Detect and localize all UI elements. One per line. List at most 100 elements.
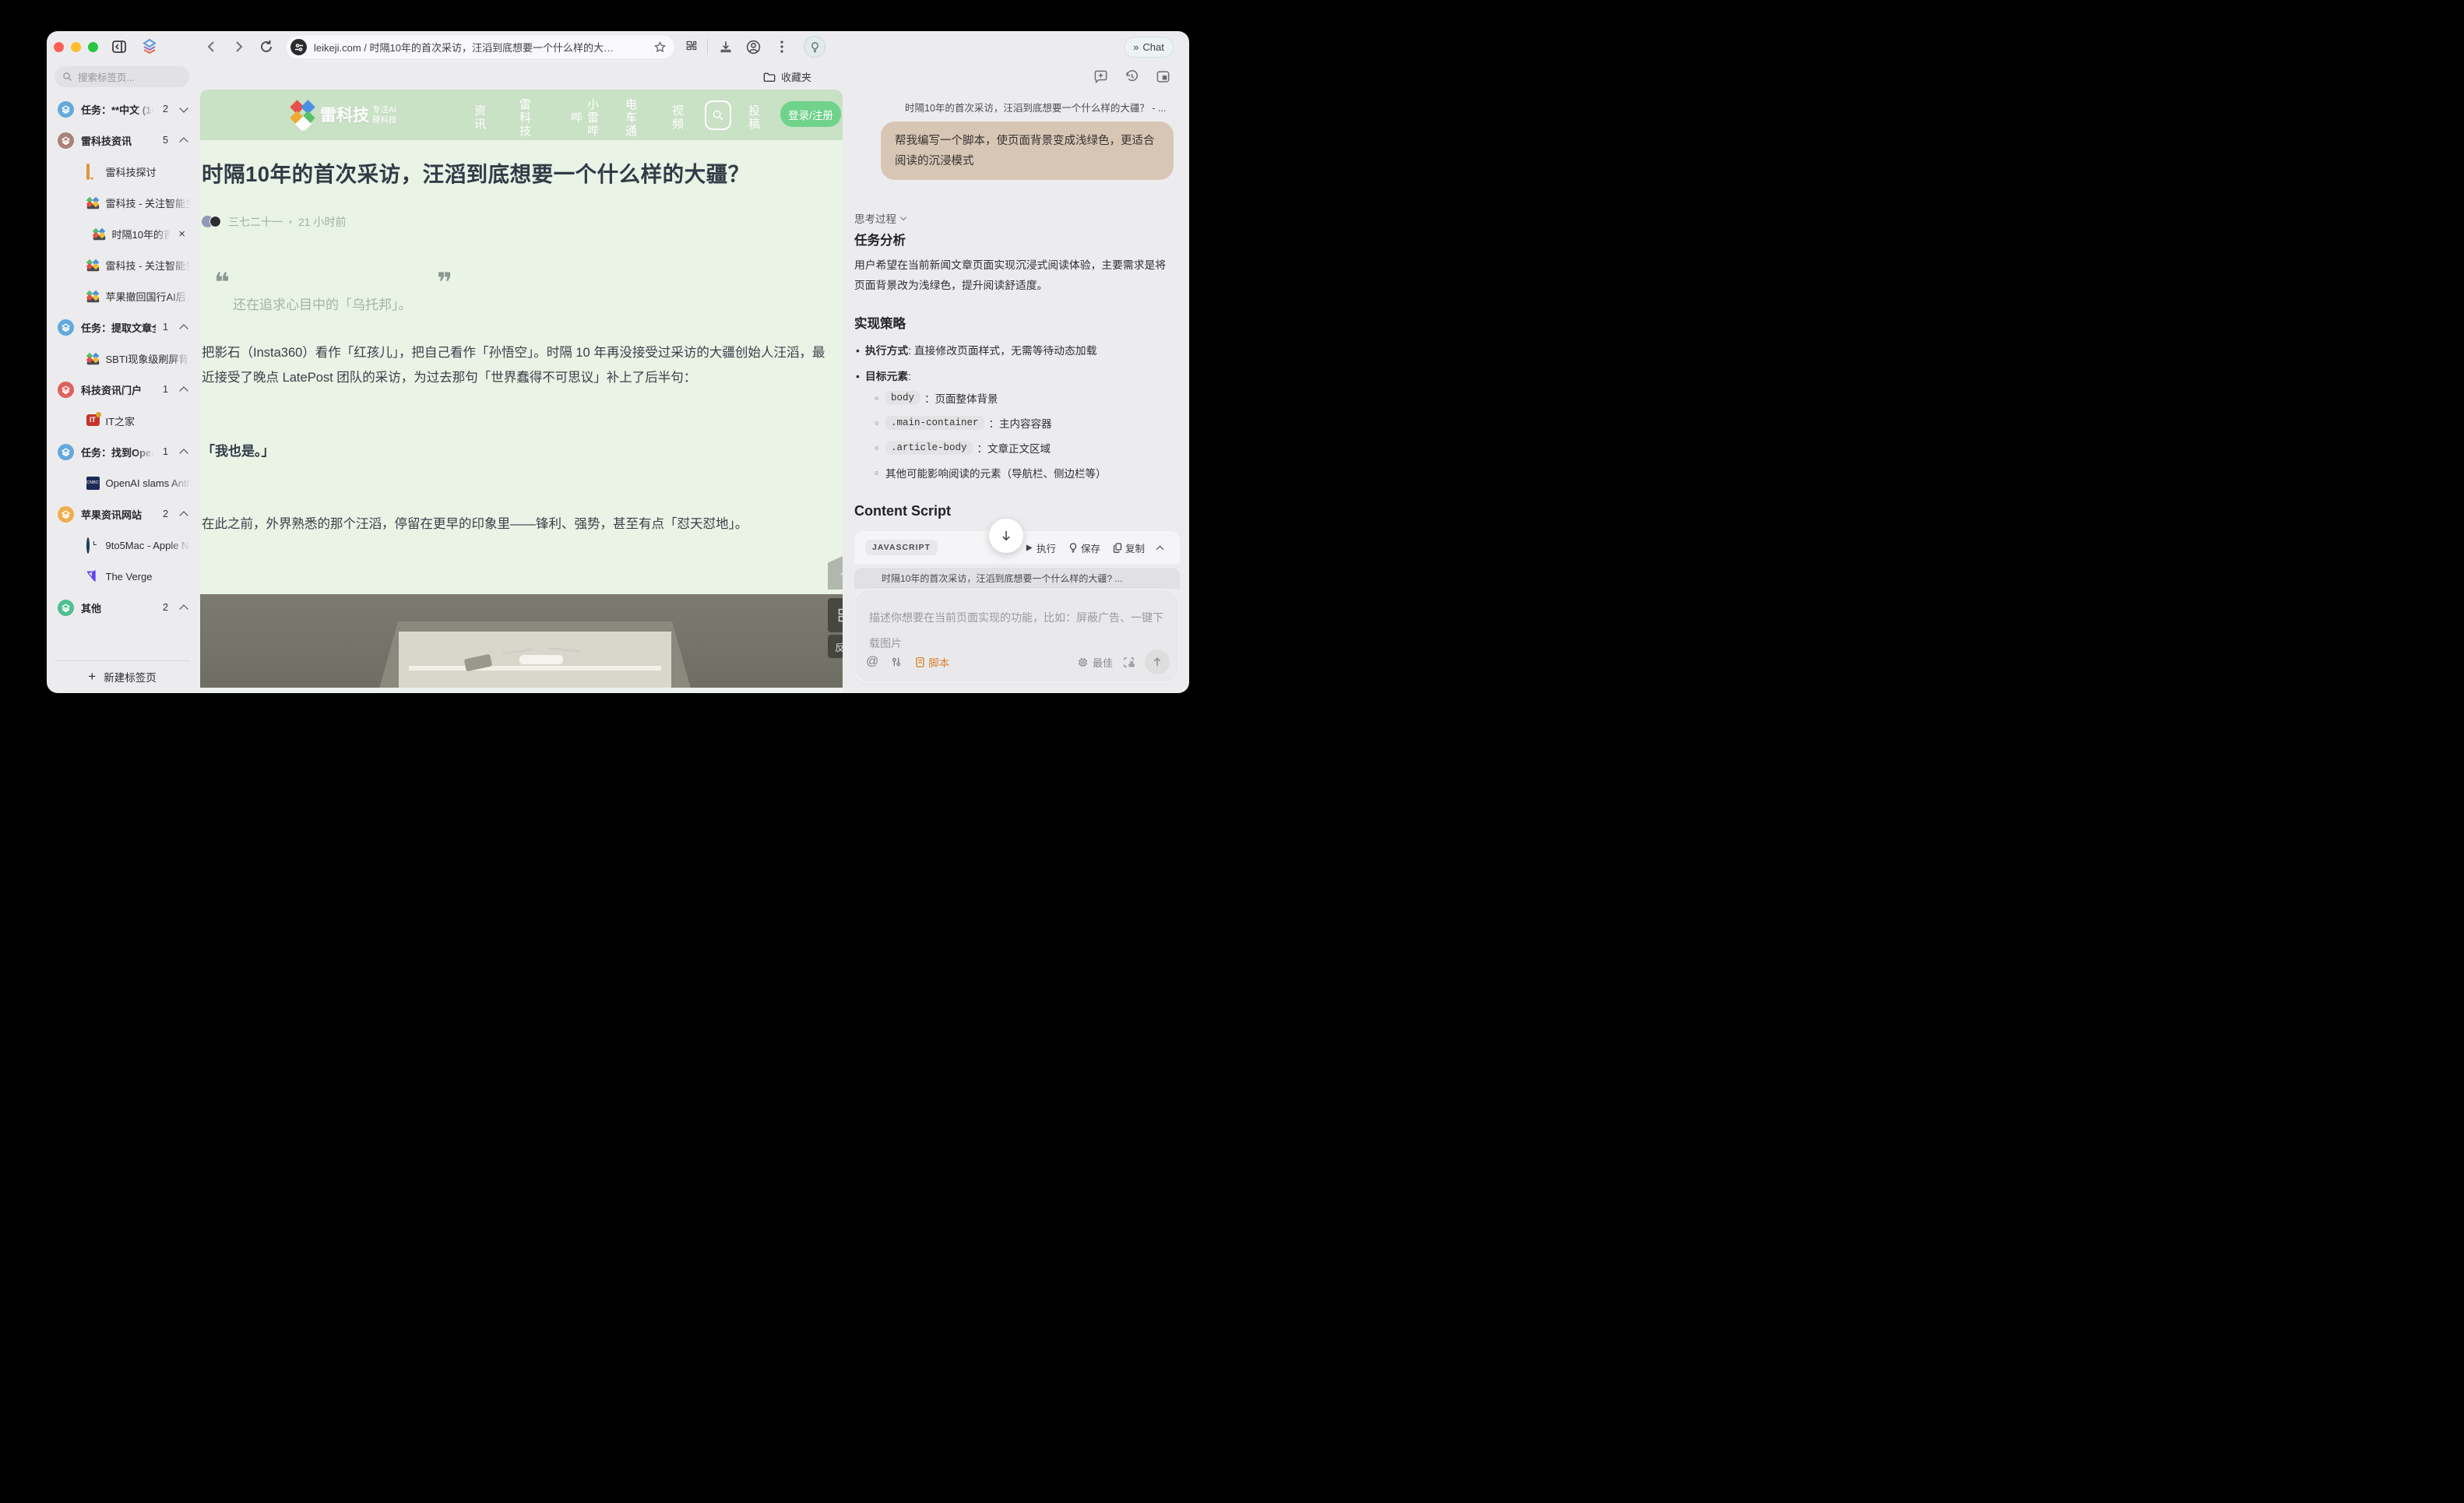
downloads-icon[interactable]: [718, 39, 734, 55]
send-button[interactable]: [1145, 649, 1170, 674]
group-label: 任务：**中文 (10字: [81, 102, 156, 117]
group-tab-count: 5: [163, 135, 168, 146]
chat-context-chip-input[interactable]: 时隔10年的首次采访，汪滔到底想要一个什么样的大疆? ...: [854, 568, 1180, 589]
chevron-down-icon[interactable]: [179, 104, 188, 112]
extension-stack-logo-icon[interactable]: [140, 37, 159, 56]
url-bar[interactable]: leikeji.com / 时隔10年的首次采访，汪滔到底想要一个什么样的大…: [287, 36, 674, 58]
group-label: 苹果资讯网站: [81, 507, 156, 522]
qr-code-button[interactable]: [828, 598, 843, 632]
sidebar-group[interactable]: 任务：找到OpenAI1: [51, 436, 193, 467]
nav-item-submit[interactable]: 投稿: [745, 96, 762, 139]
sidebar-group[interactable]: 任务：提取文章全文1: [51, 312, 193, 343]
tab-label: 雷科技 - 关注智能生: [106, 195, 194, 210]
thinking-process-toggle[interactable]: 思考过程: [854, 210, 912, 226]
sidebar-group[interactable]: 雷科技资讯5: [51, 125, 193, 156]
traffic-close-button[interactable]: [54, 42, 64, 52]
tab-item[interactable]: 雷科技 - 关注智能生: [51, 249, 193, 280]
reload-button[interactable]: [259, 39, 274, 55]
tab-item[interactable]: The Verge: [51, 561, 193, 592]
code-chip: .main-container: [885, 416, 984, 430]
script-mode-chip[interactable]: 脚本: [914, 654, 949, 670]
leikeji-favicon: [86, 259, 100, 272]
feedback-button[interactable]: 反馈: [828, 635, 843, 658]
nav-item-leitech[interactable]: 雷科技: [516, 96, 533, 139]
tab-item[interactable]: ITIT之家: [51, 405, 193, 436]
assistant-bulb-icon[interactable]: [804, 36, 825, 58]
back-button[interactable]: [204, 39, 220, 55]
save-script-button[interactable]: 保存: [1068, 540, 1100, 555]
history-icon[interactable]: [1125, 69, 1139, 84]
chevron-up-icon[interactable]: [179, 604, 188, 613]
section-heading-content-script: Content Script: [854, 503, 951, 519]
site-info-icon[interactable]: [290, 39, 307, 55]
chat-context-chip-top[interactable]: 时隔10年的首次采访，汪滔到底想要一个什么样的大疆？ - ...: [885, 100, 1175, 114]
nav-item-news[interactable]: 资讯: [471, 96, 488, 139]
tab-item[interactable]: CNBCOpenAI slams Anthr: [51, 467, 193, 498]
scroll-to-top-button[interactable]: [828, 555, 843, 590]
tab-item[interactable]: 9to5Mac - Apple Ne: [51, 530, 193, 561]
nav-item-xiaolei[interactable]: 小雷哔哔: [568, 96, 600, 139]
code-chip: .article-body: [885, 441, 973, 455]
tune-icon[interactable]: [890, 656, 903, 668]
sidebar-group[interactable]: 任务：**中文 (10字2: [51, 93, 193, 125]
ithome-favicon: IT: [86, 414, 100, 428]
bookmark-star-icon[interactable]: [653, 40, 667, 54]
extensions-puzzle-icon[interactable]: [684, 39, 699, 55]
author-name[interactable]: 三七二十一: [228, 214, 283, 230]
group-stack-icon: [58, 506, 74, 523]
article-quote: 还在追求心目中的「乌托邦」。: [233, 294, 412, 313]
scroll-down-button[interactable]: [989, 519, 1023, 553]
chevron-up-icon[interactable]: [179, 386, 188, 395]
favorites-button[interactable]: 收藏夹: [763, 69, 811, 84]
browser-window: leikeji.com / 时隔10年的首次采访，汪滔到底想要一个什么样的大… …: [47, 31, 1189, 693]
site-search-icon[interactable]: [705, 100, 731, 130]
group-stack-icon: [58, 101, 74, 118]
tab-search-input[interactable]: 搜索标签页...: [55, 66, 189, 87]
chat-toggle-button[interactable]: » Chat: [1124, 37, 1174, 58]
site-logo[interactable]: 雷科技 专注AI硬科技: [287, 97, 397, 132]
chevron-up-icon[interactable]: [179, 449, 188, 457]
login-register-button[interactable]: 登录/注册: [780, 101, 841, 127]
section-heading-strategy: 实现策略: [854, 313, 906, 332]
forward-button[interactable]: [231, 39, 246, 55]
sidebar-toggle-icon[interactable]: [111, 38, 128, 55]
target-element-item: 其他可能影响阅读的元素（导航栏、侧边栏等）: [875, 460, 1180, 485]
chat-label: Chat: [1142, 41, 1163, 53]
menu-dots-icon[interactable]: [774, 38, 790, 55]
author-avatars: [202, 215, 222, 229]
target-element-item: body：页面整体背景: [875, 385, 1180, 410]
chevron-up-icon[interactable]: [179, 324, 188, 333]
horizontal-scrollbar[interactable]: [200, 688, 843, 693]
sidebar-group[interactable]: 其他2: [51, 592, 193, 623]
article-paragraph-1: 把影石（Insta360）看作「红孩儿」，把自己看作「孙悟空」。时隔 10 年再…: [202, 340, 841, 390]
new-tab-button[interactable]: + 新建标签页: [51, 661, 193, 692]
traffic-zoom-button[interactable]: [88, 42, 98, 52]
new-chat-icon[interactable]: [1093, 69, 1108, 84]
tab-item[interactable]: 雷科技 - 关注智能生: [51, 187, 193, 218]
tab-item[interactable]: SBTI现象级刷屏背后: [51, 343, 193, 374]
chat-input-box[interactable]: 描述你想要在当前页面实现的功能，比如：屏蔽广告、一键下载图片 @ 脚本 最佳: [854, 589, 1180, 683]
url-text[interactable]: leikeji.com / 时隔10年的首次采访，汪滔到底想要一个什么样的大…: [314, 40, 653, 55]
chevron-up-icon[interactable]: [179, 511, 188, 519]
run-script-button[interactable]: 执行: [1025, 540, 1056, 555]
copy-script-button[interactable]: 复制: [1113, 540, 1145, 555]
leikeji-logo-icon: [287, 97, 319, 132]
screenshot-crop-icon[interactable]: [1122, 656, 1135, 669]
traffic-minimize-button[interactable]: [71, 42, 81, 52]
profile-icon[interactable]: [745, 39, 762, 55]
nav-item-ev[interactable]: 电车通: [622, 96, 639, 139]
nav-item-video[interactable]: 视频: [669, 96, 685, 139]
chevron-up-icon[interactable]: [179, 137, 188, 146]
collapse-code-chevron[interactable]: [1156, 545, 1164, 553]
panel-layout-icon[interactable]: [1156, 69, 1170, 84]
sidebar-group[interactable]: 科技资讯门户1: [51, 374, 193, 405]
chat-arrows: »: [1133, 41, 1139, 53]
mention-icon[interactable]: @: [866, 655, 878, 669]
tab-item[interactable]: 苹果撤回国行AI后，: [51, 280, 193, 312]
tab-item-active[interactable]: 时隔10年的首次采×: [51, 218, 193, 249]
tab-item[interactable]: 雷科技探讨: [51, 156, 193, 187]
model-selector[interactable]: 最佳: [1077, 655, 1113, 670]
target-element-item: .article-body：文章正文区域: [875, 435, 1180, 460]
sidebar-group[interactable]: 苹果资讯网站2: [51, 498, 193, 530]
close-tab-icon[interactable]: ×: [178, 227, 185, 241]
